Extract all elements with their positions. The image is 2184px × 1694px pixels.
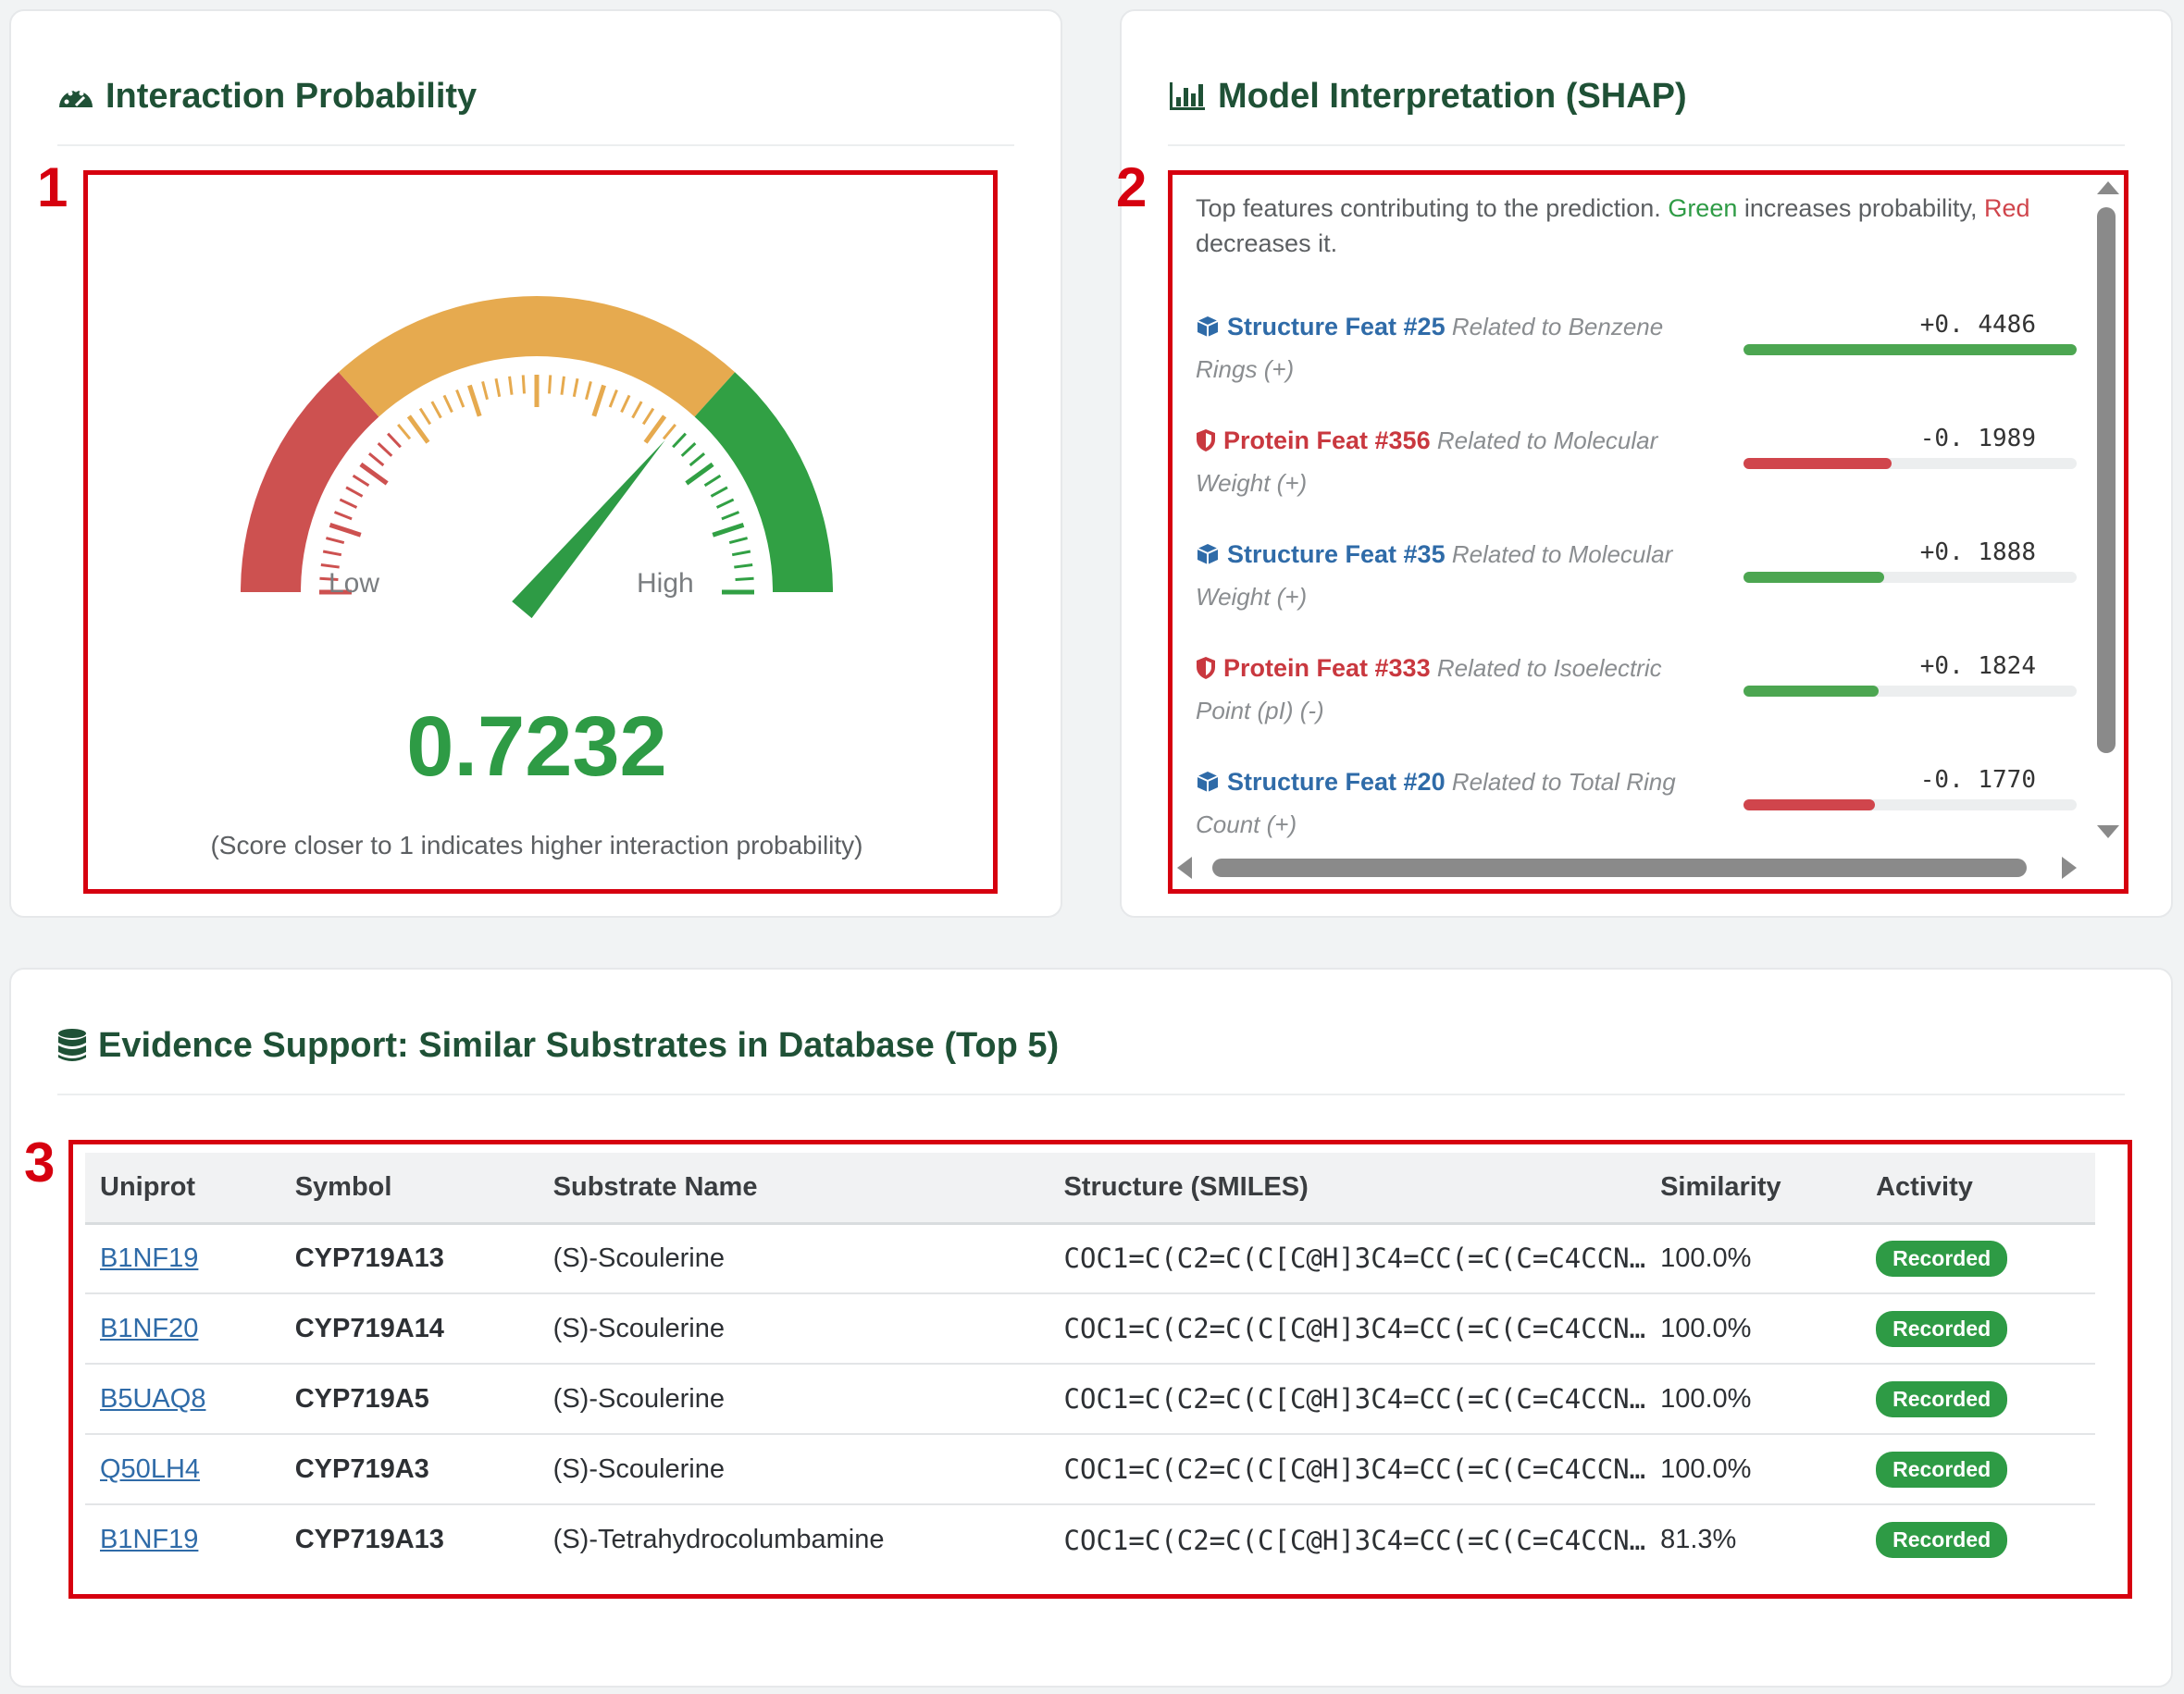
probability-card-header: Interaction Probability <box>57 48 1014 146</box>
bar-chart-icon <box>1168 80 1207 112</box>
shap-card-title: Model Interpretation (SHAP) <box>1218 76 1687 116</box>
evidence-card-title: Evidence Support: Similar Substrates in … <box>98 1025 1060 1065</box>
annotation-box-1 <box>83 170 998 894</box>
probability-card-title: Interaction Probability <box>105 76 478 116</box>
annotation-label-1: 1 <box>37 156 68 218</box>
annotation-box-2 <box>1168 170 2128 894</box>
evidence-card-header: Evidence Support: Similar Substrates in … <box>57 997 2125 1095</box>
gauge-icon <box>57 80 94 113</box>
annotation-label-3: 3 <box>24 1131 56 1193</box>
database-icon <box>57 1028 87 1063</box>
annotation-label-2: 2 <box>1116 156 1148 218</box>
shap-card-header: Model Interpretation (SHAP) <box>1168 48 2125 146</box>
annotation-box-3 <box>68 1140 2132 1599</box>
